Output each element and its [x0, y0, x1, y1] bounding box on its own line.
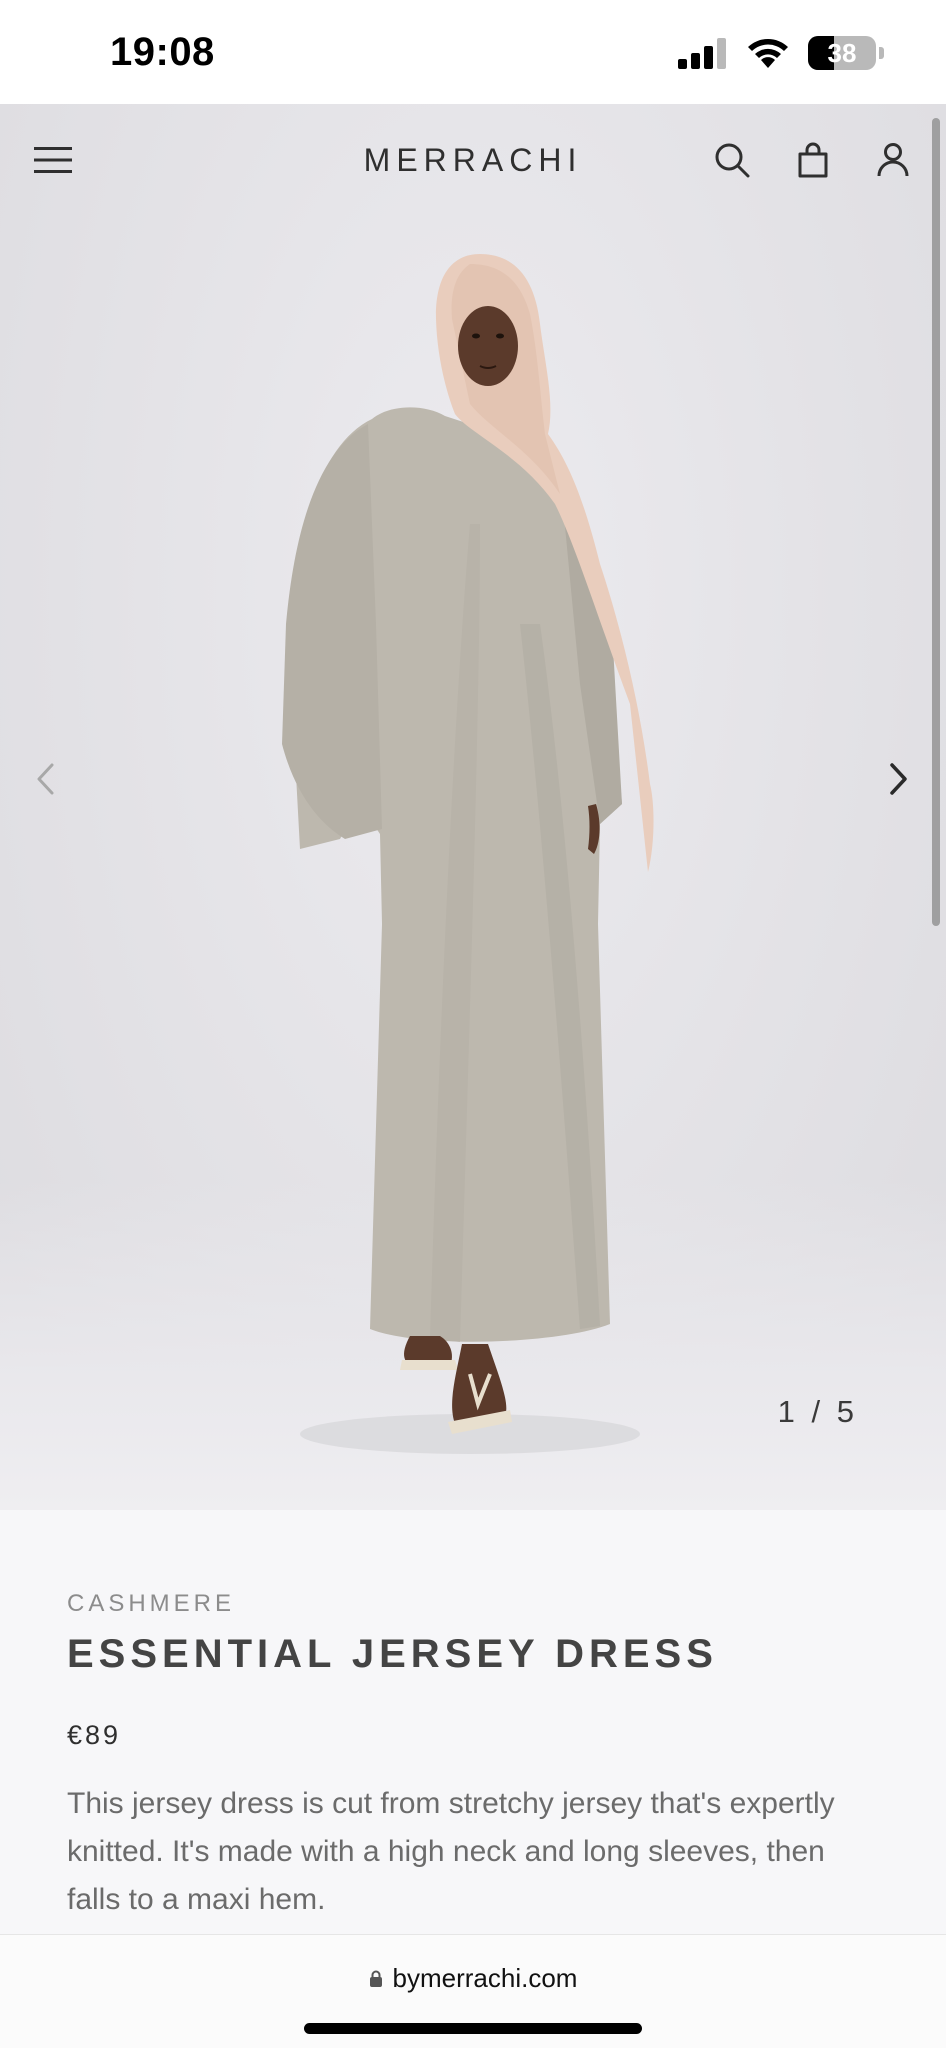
status-icons: 38	[678, 36, 884, 70]
next-image-button[interactable]	[874, 744, 924, 814]
site-header: MERRACHI	[0, 104, 946, 214]
battery-icon: 38	[808, 36, 884, 70]
chevron-left-icon	[37, 763, 54, 795]
cellular-signal-icon	[678, 38, 726, 69]
home-indicator[interactable]	[304, 2023, 642, 2034]
product-image-gallery[interactable]: MERRACHI 1 / 5	[0, 104, 946, 1510]
account-icon	[877, 143, 909, 177]
product-price: €89	[67, 1720, 122, 1750]
battery-level: 38	[827, 38, 857, 68]
product-description: This jersey dress is cut from stretchy j…	[67, 1787, 835, 1916]
status-time: 19:08	[110, 30, 215, 74]
page-scrollbar[interactable]	[932, 118, 940, 926]
product-collection[interactable]: CASHMERE	[67, 1590, 235, 1618]
browser-address-bar[interactable]: bymerrachi.com	[0, 1934, 946, 2048]
account-button[interactable]	[868, 135, 918, 185]
previous-image-button[interactable]	[20, 744, 70, 814]
shopping-bag-icon	[798, 142, 828, 178]
wifi-icon	[748, 39, 788, 68]
image-counter: 1 / 5	[777, 1394, 858, 1429]
status-bar: 19:08 38	[0, 0, 946, 104]
product-image	[282, 254, 654, 1454]
product-title: ESSENTIAL JERSEY DRESS	[67, 1632, 718, 1676]
product-info: CASHMERE ESSENTIAL JERSEY DRESS €89 This…	[0, 1510, 946, 1934]
search-icon	[715, 143, 750, 178]
url-text: bymerrachi.com	[392, 1963, 578, 1993]
lock-icon	[369, 1970, 382, 1987]
url-display[interactable]: bymerrachi.com	[0, 1963, 946, 1994]
cart-button[interactable]	[788, 135, 838, 185]
chevron-right-icon	[890, 763, 907, 795]
search-button[interactable]	[707, 135, 757, 185]
